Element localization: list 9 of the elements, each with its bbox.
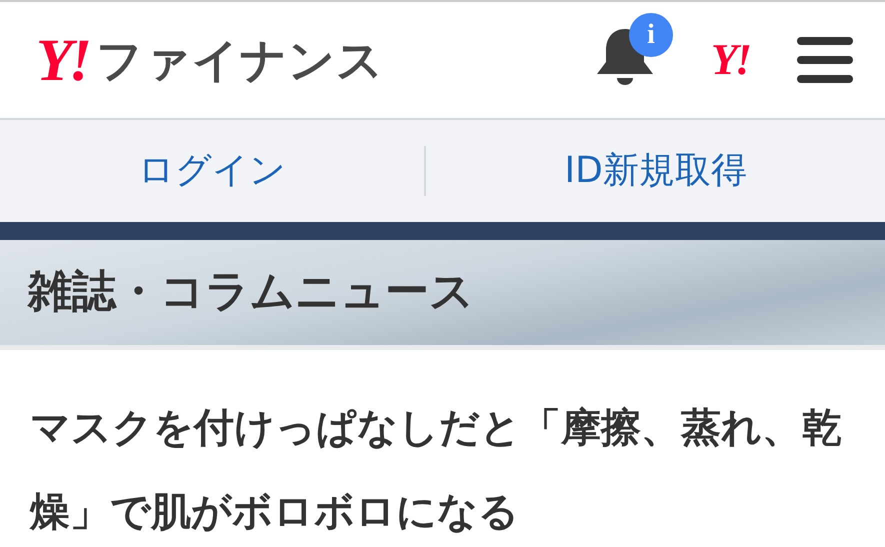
account-link[interactable]: ID新規取得 xyxy=(564,150,747,191)
section-title: 雑誌・コラムニュース xyxy=(28,266,474,319)
account-link[interactable]: ログイン xyxy=(138,150,286,191)
article-title[interactable]: マスクを付けっぱなしだと「摩擦、蒸れ、乾燥」で肌がボロボロになる xyxy=(30,386,855,547)
notification-badge: i xyxy=(629,13,673,57)
menu-icon[interactable] xyxy=(797,37,853,83)
logo-text: ファイナンス xyxy=(96,37,384,83)
yahoo-logo[interactable]: Y! xyxy=(711,38,749,82)
logo-mark: Y! xyxy=(36,30,88,90)
